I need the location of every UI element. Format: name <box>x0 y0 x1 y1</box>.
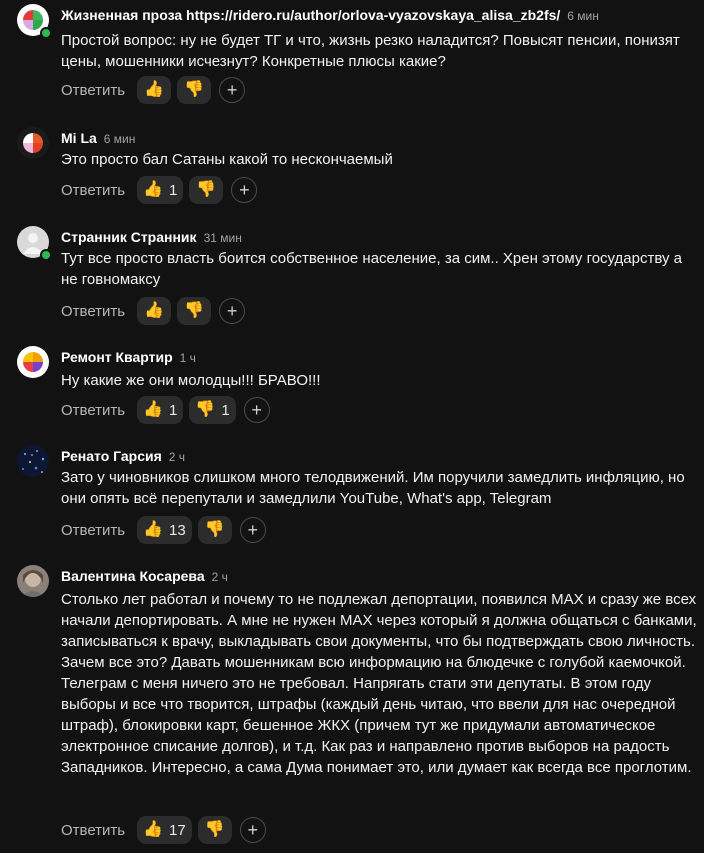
comment-text: Зато у чиновников слишком много телодвиж… <box>61 469 685 507</box>
author-name[interactable]: Странник Странник <box>61 229 197 245</box>
like-button[interactable]: 👍 1 <box>137 176 184 204</box>
reply-button[interactable]: Ответить <box>61 822 125 839</box>
plus-icon: + <box>247 820 258 840</box>
plus-icon: + <box>226 301 238 321</box>
reply-button[interactable]: Ответить <box>61 402 125 419</box>
add-reaction-button[interactable]: + <box>239 517 266 543</box>
like-button[interactable]: 👍 17 <box>137 816 192 844</box>
like-button[interactable]: 👍 13 <box>137 516 192 544</box>
comment-header: Ремонт Квартир 1 ч <box>61 348 196 367</box>
dislike-count: 1 <box>221 401 230 419</box>
like-button[interactable]: 👍 1 <box>137 396 184 424</box>
comment-actions: Ответить 👍 13 👎 + <box>61 515 266 545</box>
comment-text: Простой вопрос: ну не будет ТГ и что, жи… <box>61 32 680 70</box>
dislike-button[interactable]: 👎 <box>177 76 212 104</box>
thumbs-down-icon: 👎 <box>184 81 205 98</box>
plus-icon: + <box>247 520 258 540</box>
plus-icon: + <box>251 400 262 420</box>
comment-text: Тут все просто власть боится собственное… <box>61 250 683 288</box>
like-button[interactable]: 👍 <box>137 76 172 104</box>
like-button[interactable]: 👍 <box>137 297 172 325</box>
comment-actions: Ответить 👍 👎 + <box>61 75 246 105</box>
dislike-button[interactable]: 👎 <box>197 816 232 844</box>
add-reaction-button[interactable]: + <box>243 397 270 423</box>
thumbs-up-icon: 👍 <box>143 821 164 838</box>
avatar[interactable] <box>17 445 49 477</box>
dislike-button[interactable]: 👎 <box>189 176 224 204</box>
avatar[interactable] <box>17 565 49 597</box>
reply-button[interactable]: Ответить <box>61 303 125 320</box>
comment-time: 6 мин <box>103 132 136 146</box>
plus-icon: + <box>226 80 238 100</box>
like-count: 13 <box>169 521 186 539</box>
dislike-button[interactable]: 👎 <box>197 516 232 544</box>
thumbs-down-icon: 👎 <box>204 821 225 838</box>
thumbs-down-icon: 👎 <box>196 181 217 198</box>
add-reaction-button[interactable]: + <box>219 77 246 103</box>
like-count: 1 <box>169 401 178 419</box>
author-name[interactable]: Валентина Косарева <box>61 568 205 584</box>
comment-time: 2 ч <box>211 570 228 584</box>
avatar[interactable] <box>17 346 49 378</box>
thumbs-up-icon: 👍 <box>144 302 165 319</box>
plus-icon: + <box>239 180 250 200</box>
comment-actions: Ответить 👍 1 👎 1 + <box>61 395 270 425</box>
avatar[interactable] <box>17 127 49 159</box>
thumbs-up-icon: 👍 <box>144 81 165 98</box>
comment-actions: Ответить 👍 17 👎 + <box>61 815 266 845</box>
comment-actions: Ответить 👍 👎 + <box>61 296 246 326</box>
add-reaction-button[interactable]: + <box>219 298 246 324</box>
online-indicator <box>40 249 52 261</box>
comment-text: Это просто бал Сатаны какой то несконча­… <box>61 151 393 168</box>
comment-text: Ну какие же они молодцы!!! БРАВО!!! <box>61 372 321 389</box>
author-name[interactable]: Ренато Гарсия <box>61 448 162 464</box>
online-indicator <box>40 27 52 39</box>
comment-time: 6 мин <box>567 9 599 23</box>
comment-time: 1 ч <box>179 351 196 365</box>
thumbs-down-icon: 👎 <box>204 521 225 538</box>
comment-header: Странник Странник 31 мин <box>61 228 242 247</box>
thumbs-up-icon: 👍 <box>143 521 164 538</box>
comment-time: 2 ч <box>168 450 186 464</box>
thumbs-down-icon: 👎 <box>195 401 216 418</box>
comment-header: Валентина Косарева 2 ч <box>61 567 228 586</box>
comment-text: Столько лет работал и почему то не подле… <box>61 591 697 776</box>
dislike-button[interactable]: 👎 <box>177 297 212 325</box>
comment-actions: Ответить 👍 1 👎 + <box>61 175 258 205</box>
comment-time: 31 мин <box>203 231 242 245</box>
thumbs-down-icon: 👎 <box>184 302 205 319</box>
author-name[interactable]: Ремонт Квартир <box>61 349 173 365</box>
dislike-button[interactable]: 👎 1 <box>189 396 236 424</box>
comment-header: Mi La 6 мин <box>61 129 135 148</box>
reply-button[interactable]: Ответить <box>61 82 125 99</box>
like-count: 1 <box>169 181 178 199</box>
author-name[interactable]: Mi La <box>61 130 97 146</box>
reply-button[interactable]: Ответить <box>61 522 125 539</box>
comment-header: Жизненная проза https://ridero.ru/author… <box>61 6 599 25</box>
add-reaction-button[interactable]: + <box>231 177 258 203</box>
reply-button[interactable]: Ответить <box>61 182 125 199</box>
author-name[interactable]: Жизненная проза https://ridero.ru/author… <box>61 7 560 23</box>
thumbs-up-icon: 👍 <box>143 401 164 418</box>
add-reaction-button[interactable]: + <box>239 817 266 843</box>
comment-header: Ренато Гарсия 2 ч <box>61 447 185 466</box>
like-count: 17 <box>169 821 186 839</box>
thumbs-up-icon: 👍 <box>143 181 164 198</box>
